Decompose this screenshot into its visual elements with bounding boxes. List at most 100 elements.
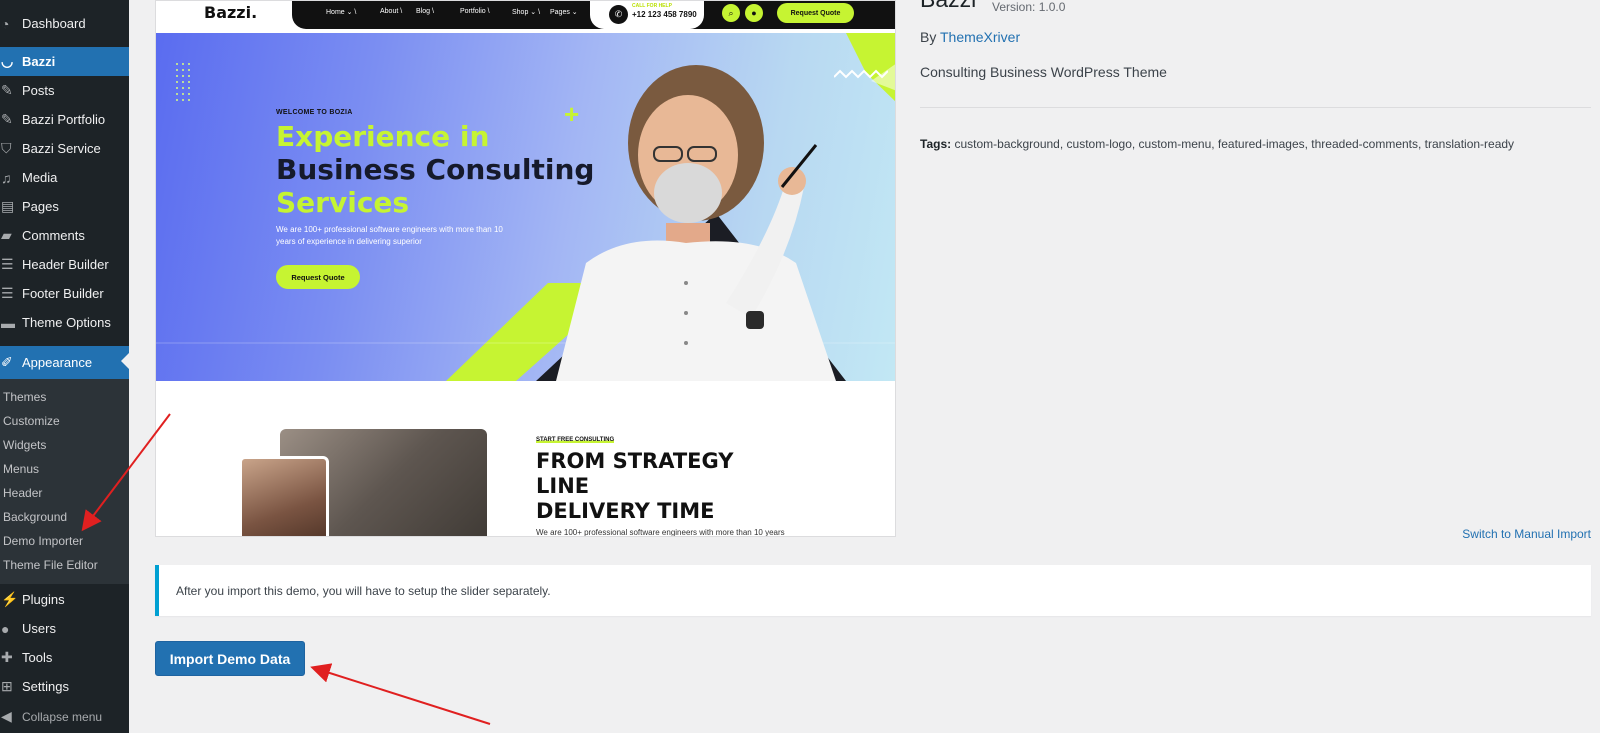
info-notice: After you import this demo, you will hav… (155, 565, 1591, 616)
sidebar-item-plugins[interactable]: ⚡ Plugins (0, 585, 129, 614)
s2-heading-line: LINE (536, 474, 590, 498)
sidebar-item-label: Media (22, 170, 58, 185)
sidebar-item-tools[interactable]: ✚ Tools (0, 643, 129, 672)
sidebar-item-settings[interactable]: ⊞ Settings (0, 672, 129, 701)
dots-decoration (176, 63, 196, 103)
submenu-customize[interactable]: Customize (3, 414, 60, 428)
dot (176, 81, 178, 83)
hero-heading-line: Business Consulting (276, 153, 595, 186)
sidebar-item-header-builder[interactable]: ☰ Header Builder (0, 250, 129, 279)
pages-icon: ▤ (1, 198, 15, 214)
hero-heading-line: Experience in (276, 120, 490, 153)
dot (188, 81, 190, 83)
bazzi-icon: ◡ (1, 53, 14, 69)
preview-nav-link: About \ (380, 8, 403, 15)
preview-hero: + WELCOME TO BOZIA Experience in Busines… (156, 33, 895, 381)
theme-by-prefix: By (920, 29, 937, 45)
preview-nav-link: Pages ⌄ (550, 9, 578, 16)
submenu-menus[interactable]: Menus (3, 462, 39, 476)
submenu-header[interactable]: Header (3, 486, 42, 500)
preview-nav: Bazzi. Home ⌄ \ About \ Blog \ Portfolio… (156, 1, 895, 33)
tags-label: Tags: (920, 137, 952, 151)
collapse-menu-button[interactable]: ◀ Collapse menu (0, 702, 129, 731)
theme-description: Consulting Business WordPress Theme (920, 64, 1167, 80)
preview-nav-button: Request Quote (777, 3, 854, 23)
dot (176, 75, 178, 77)
preview-nav-link: Home ⌄ \ (326, 9, 357, 16)
tags-list: custom-background, custom-logo, custom-m… (954, 137, 1515, 151)
sidebar-item-dashboard[interactable]: ◔ Dashboard (0, 9, 129, 38)
sidebar-item-label: Bazzi Service (22, 141, 101, 156)
shield-icon: ⛉ (1, 140, 12, 156)
dot (182, 63, 184, 65)
user-icon: ● (1, 620, 10, 637)
pin-icon: ✎ (1, 111, 13, 127)
sidebar-item-comments[interactable]: ▰ Comments (0, 221, 129, 250)
dot (188, 99, 190, 101)
theme-version: Version: 1.0.0 (992, 0, 1066, 14)
submenu-theme-file-editor[interactable]: Theme File Editor (3, 558, 98, 572)
sidebar-item-theme-options[interactable]: ▬ Theme Options (0, 308, 129, 337)
builder-icon: ☰ (1, 285, 14, 301)
team-photo-small (239, 456, 329, 536)
comment-icon: ▰ (1, 227, 12, 243)
switch-to-manual-import-link[interactable]: Switch to Manual Import (1462, 527, 1591, 541)
hero-heading-line: Services (276, 186, 410, 219)
theme-author-line: By ThemeXriver (920, 29, 1020, 45)
sidebar-item-users[interactable]: ● Users (0, 614, 129, 643)
preview-section-2: START FREE CONSULTING FROM STRATEGY LINE… (156, 381, 895, 536)
sidebar-item-label: Bazzi Portfolio (22, 112, 106, 127)
sidebar-item-posts[interactable]: ✎ Posts (0, 76, 129, 105)
sidebar-item-label: Bazzi (22, 54, 56, 69)
preview-logo: Bazzi. (204, 3, 258, 22)
dot (188, 69, 190, 71)
dot (176, 93, 178, 95)
collapse-label: Collapse menu (22, 709, 103, 724)
pin-icon: ✎ (1, 82, 13, 98)
appearance-submenu: Themes Customize Widgets Menus Header Ba… (0, 379, 129, 584)
submenu-themes[interactable]: Themes (3, 390, 46, 404)
dashboard-icon: ◔ (1, 15, 10, 32)
builder-icon: ☰ (1, 256, 14, 272)
hero-text: We are 100+ professional software engine… (276, 225, 503, 246)
dot (182, 75, 184, 77)
sidebar-item-label: Header Builder (22, 257, 109, 272)
dot (188, 87, 190, 89)
sidebar-item-label: Pages (22, 199, 59, 214)
dot (188, 75, 190, 77)
import-demo-data-button[interactable]: Import Demo Data (155, 641, 305, 676)
sidebar-item-bazzi[interactable]: ◡ Bazzi (0, 47, 129, 76)
dot (182, 81, 184, 83)
sidebar-item-media[interactable]: ♫ Media (0, 163, 129, 192)
hero-welcome: WELCOME TO BOZIA (276, 109, 353, 116)
dot (182, 99, 184, 101)
sidebar-item-label: Tools (22, 650, 53, 665)
sidebar-item-label: Settings (22, 679, 69, 694)
divider (920, 107, 1591, 108)
preview-nav-link: Blog \ (416, 8, 434, 15)
sidebar-item-footer-builder[interactable]: ☰ Footer Builder (0, 279, 129, 308)
submenu-background[interactable]: Background (3, 510, 67, 524)
sidebar-item-bazzi-service[interactable]: ⛉ Bazzi Service (0, 134, 129, 163)
preview-phone: +12 123 458 7890 (632, 10, 697, 19)
sidebar-item-bazzi-portfolio[interactable]: ✎ Bazzi Portfolio (0, 105, 129, 134)
folder-icon: ▬ (1, 314, 15, 331)
notice-text: After you import this demo, you will hav… (176, 583, 551, 598)
s2-heading-line: FROM STRATEGY (536, 449, 734, 473)
sidebar-item-label: Plugins (22, 592, 65, 607)
sidebar-item-label: Footer Builder (22, 286, 104, 301)
dot (176, 63, 178, 65)
submenu-widgets[interactable]: Widgets (3, 438, 46, 452)
sidebar-item-pages[interactable]: ▤ Pages (0, 192, 129, 221)
s2-heading-line: DELIVERY TIME (536, 499, 715, 523)
preview-nav-link: Shop ⌄ \ (512, 9, 541, 16)
sidebar-item-appearance[interactable]: ✐ Appearance (0, 346, 129, 379)
brush-icon: ✐ (1, 354, 13, 370)
dot (176, 87, 178, 89)
theme-author-link[interactable]: ThemeXriver (940, 29, 1020, 45)
plus-decoration: + (564, 99, 580, 129)
sidebar-item-label: Dashboard (22, 16, 86, 31)
submenu-demo-importer[interactable]: Demo Importer (3, 534, 83, 548)
theme-screenshot: Bazzi. Home ⌄ \ About \ Blog \ Portfolio… (155, 0, 896, 537)
user-icon: ● (745, 4, 763, 22)
